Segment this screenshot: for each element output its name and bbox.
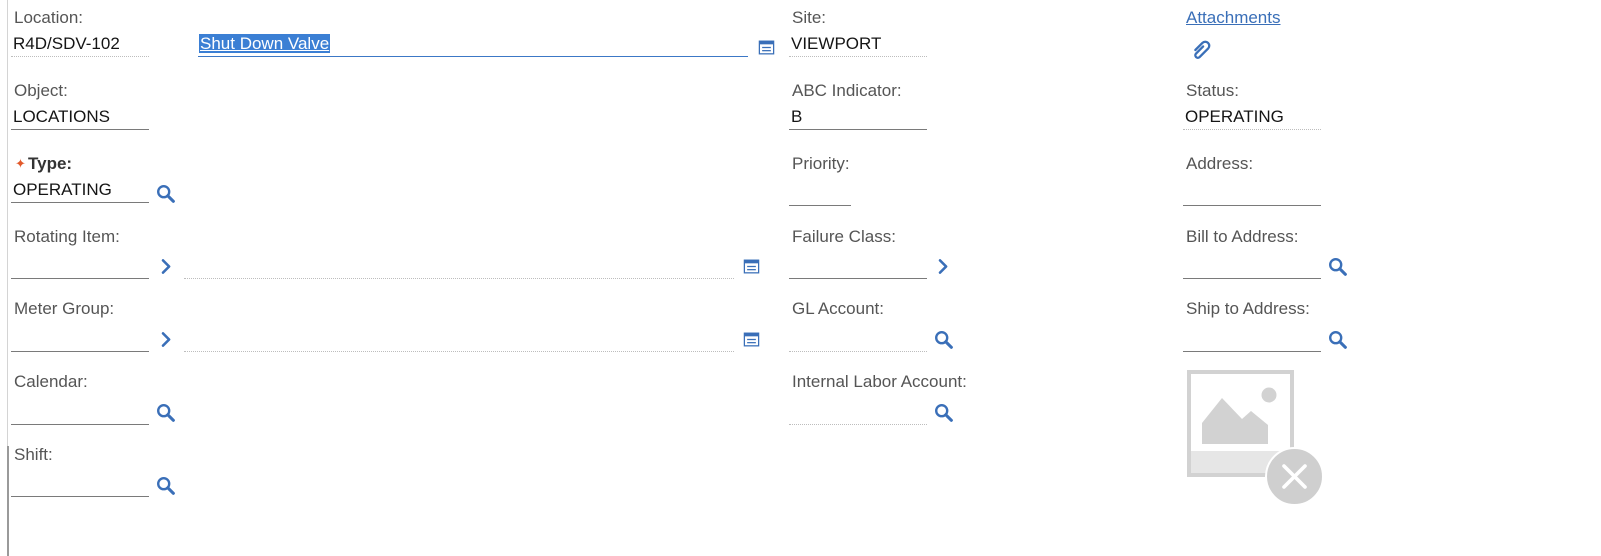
rotating-item-long-description-icon[interactable] (742, 257, 761, 276)
status-label: Status: (1186, 81, 1239, 100)
meter-group-field[interactable] (11, 329, 149, 352)
gl-account-lookup-icon[interactable] (933, 329, 955, 351)
left-panel-scroll-edge (7, 446, 9, 556)
object-field[interactable]: LOCATIONS (11, 107, 149, 130)
abc-indicator-value: B (791, 107, 803, 126)
location-label: Location: (14, 8, 83, 27)
shift-field[interactable] (11, 474, 149, 497)
rotating-item-label: Rotating Item: (14, 227, 120, 246)
required-indicator: ✦ (15, 156, 26, 171)
location-description-field[interactable]: Shut Down Valve (198, 34, 748, 57)
object-label: Object: (14, 81, 68, 100)
internal-labor-account-label: Internal Labor Account: (792, 372, 967, 391)
calendar-field[interactable] (11, 402, 149, 425)
type-value: OPERATING (13, 180, 112, 199)
meter-group-detail-chevron-icon[interactable] (156, 329, 177, 350)
calendar-label: Calendar: (14, 372, 88, 391)
rotating-item-detail-chevron-icon[interactable] (156, 256, 177, 277)
failure-class-label: Failure Class: (792, 227, 896, 246)
long-description-icon[interactable] (757, 38, 776, 57)
meter-group-label: Meter Group: (14, 299, 115, 318)
site-field[interactable]: VIEWPORT (789, 34, 927, 57)
failure-class-field[interactable] (789, 256, 927, 279)
internal-labor-account-lookup-icon[interactable] (933, 402, 955, 424)
location-value: R4D/SDV-102 (13, 34, 120, 53)
location-field[interactable]: R4D/SDV-102 (11, 34, 149, 57)
abc-indicator-label: ABC Indicator: (792, 81, 902, 100)
site-label: Site: (792, 8, 827, 27)
shift-lookup-icon[interactable] (155, 475, 177, 497)
ship-to-address-label: Ship to Address: (1186, 299, 1310, 318)
status-value: OPERATING (1185, 107, 1284, 126)
priority-field[interactable] (789, 183, 851, 206)
type-lookup-icon[interactable] (155, 183, 177, 205)
bill-to-address-label: Bill to Address: (1186, 227, 1299, 246)
calendar-lookup-icon[interactable] (155, 402, 177, 424)
type-field[interactable]: OPERATING (11, 180, 149, 203)
ship-to-address-field[interactable] (1183, 329, 1321, 352)
paperclip-icon[interactable] (1188, 37, 1214, 63)
meter-group-description-field (184, 329, 734, 352)
bill-to-address-lookup-icon[interactable] (1327, 256, 1349, 278)
address-field[interactable] (1183, 183, 1321, 206)
attachments-link[interactable]: Attachments (1186, 8, 1281, 28)
gl-account-field[interactable] (789, 329, 927, 352)
bill-to-address-field[interactable] (1183, 256, 1321, 279)
gl-account-label: GL Account: (792, 299, 884, 318)
type-label: Type: (28, 154, 73, 173)
priority-label: Priority: (792, 154, 850, 173)
site-value: VIEWPORT (791, 34, 882, 53)
rotating-item-description-field (184, 256, 734, 279)
remove-image-close-icon[interactable] (1264, 446, 1325, 507)
status-field: OPERATING (1183, 107, 1321, 130)
object-value: LOCATIONS (13, 107, 110, 126)
address-label: Address: (1186, 154, 1254, 173)
meter-group-long-description-icon[interactable] (742, 330, 761, 349)
abc-indicator-field[interactable]: B (789, 107, 927, 130)
failure-class-detail-chevron-icon[interactable] (933, 256, 954, 277)
shift-label: Shift: (14, 445, 53, 464)
selected-text: Shut Down Valve (199, 34, 331, 53)
location-description-value: Shut Down Valve (199, 34, 331, 54)
ship-to-address-lookup-icon[interactable] (1327, 329, 1349, 351)
rotating-item-field[interactable] (11, 256, 149, 279)
internal-labor-account-field[interactable] (789, 402, 927, 425)
